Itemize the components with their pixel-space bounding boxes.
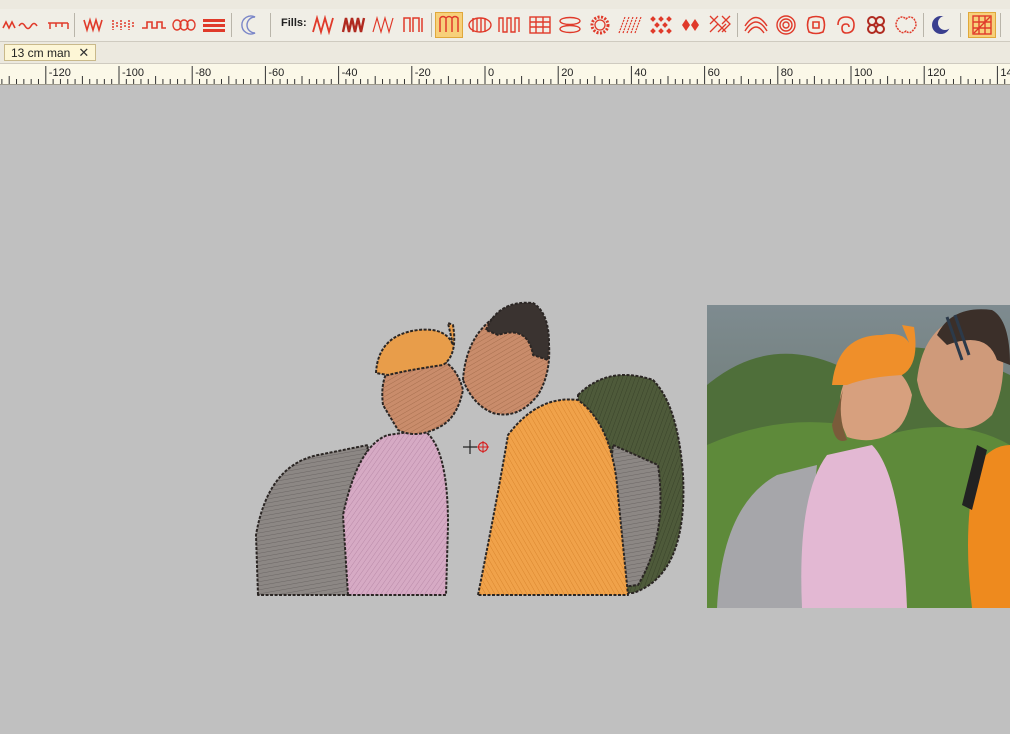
- grid-fill-icon[interactable]: [526, 12, 554, 38]
- diamond-row-icon[interactable]: [676, 12, 704, 38]
- maze-fill-icon[interactable]: [496, 12, 524, 38]
- ruler-label: -40: [342, 67, 358, 79]
- toolbar-separator: [737, 13, 738, 37]
- reference-photo[interactable]: [707, 305, 1010, 608]
- ruler-label: -100: [122, 67, 144, 79]
- toolbar-separator: [923, 13, 924, 37]
- scroll-icon[interactable]: [892, 12, 920, 38]
- satin-column-icon[interactable]: [435, 12, 463, 38]
- spiral-icon[interactable]: [772, 12, 800, 38]
- stitch-toolbar: Fills:: [0, 9, 1010, 42]
- ruler-label: 80: [781, 67, 793, 79]
- chain-icon[interactable]: [170, 12, 198, 38]
- origin-crosshair-icon: [463, 440, 489, 454]
- diagonal-hatch-icon[interactable]: [616, 12, 644, 38]
- arc-wave-icon[interactable]: [742, 12, 770, 38]
- embroidery-design[interactable]: [248, 295, 693, 600]
- ruler-label: -120: [49, 67, 71, 79]
- wave-line-icon[interactable]: [16, 12, 44, 38]
- grid-select-icon[interactable]: [968, 12, 996, 38]
- toolbar-separator: [74, 13, 75, 37]
- toolbar-separator: [1000, 13, 1001, 37]
- ruler-label: -20: [415, 67, 431, 79]
- ruler-label: 120: [927, 67, 945, 79]
- square-wave-icon[interactable]: [140, 12, 168, 38]
- ruler-label: -60: [268, 67, 284, 79]
- zigzag-fill-icon[interactable]: [310, 12, 338, 38]
- ruler-label: 100: [854, 67, 872, 79]
- tab-13-cm-man[interactable]: 13 cm man ✕: [4, 44, 97, 61]
- toolbar-separator: [960, 13, 961, 37]
- ruler-label: 0: [488, 67, 494, 79]
- triple-line-icon[interactable]: [44, 12, 72, 38]
- blob-square-icon[interactable]: [802, 12, 830, 38]
- ruler-label: 40: [634, 67, 646, 79]
- dashed-satin-icon[interactable]: [110, 12, 138, 38]
- toolbar-separator: [231, 13, 232, 37]
- ruler-label: 140: [1000, 67, 1010, 79]
- toolbar-separator: [270, 13, 271, 37]
- close-icon[interactable]: ✕: [78, 45, 89, 61]
- column-fill-icon[interactable]: [400, 12, 428, 38]
- ruler-ticks: -120 -100 -80 -60 -40 -20 0 20 40 60 80 100 120 140: [1, 66, 1010, 84]
- crescent-icon[interactable]: [237, 12, 265, 38]
- ruler-label: 60: [708, 67, 720, 79]
- fills-label: Fills:: [281, 17, 307, 29]
- moon-icon[interactable]: [927, 12, 955, 38]
- ruler-label: -80: [195, 67, 211, 79]
- horizontal-ruler[interactable]: -120 -100 -80 -60 -40 -20 0 20 40 60 80 100 120 140: [0, 64, 1010, 85]
- satin-zigzag-icon[interactable]: [80, 12, 108, 38]
- toolbar-separator: [431, 13, 432, 37]
- m-zigzag-icon[interactable]: [370, 12, 398, 38]
- dense-zigzag-icon[interactable]: [340, 12, 368, 38]
- tab-label: 13 cm man: [11, 45, 71, 60]
- document-tab-bar: 13 cm man ✕: [0, 42, 1010, 64]
- x-cross-icon[interactable]: [706, 12, 734, 38]
- loop-fill-icon[interactable]: [466, 12, 494, 38]
- cluster-icon[interactable]: [862, 12, 890, 38]
- diamond-grid-icon[interactable]: [646, 12, 674, 38]
- ruler-label: 20: [561, 67, 573, 79]
- chain-loop-icon[interactable]: [556, 12, 584, 38]
- gear-circle-icon[interactable]: [586, 12, 614, 38]
- bar-fill-icon[interactable]: [200, 12, 228, 38]
- flourish-icon[interactable]: [832, 12, 860, 38]
